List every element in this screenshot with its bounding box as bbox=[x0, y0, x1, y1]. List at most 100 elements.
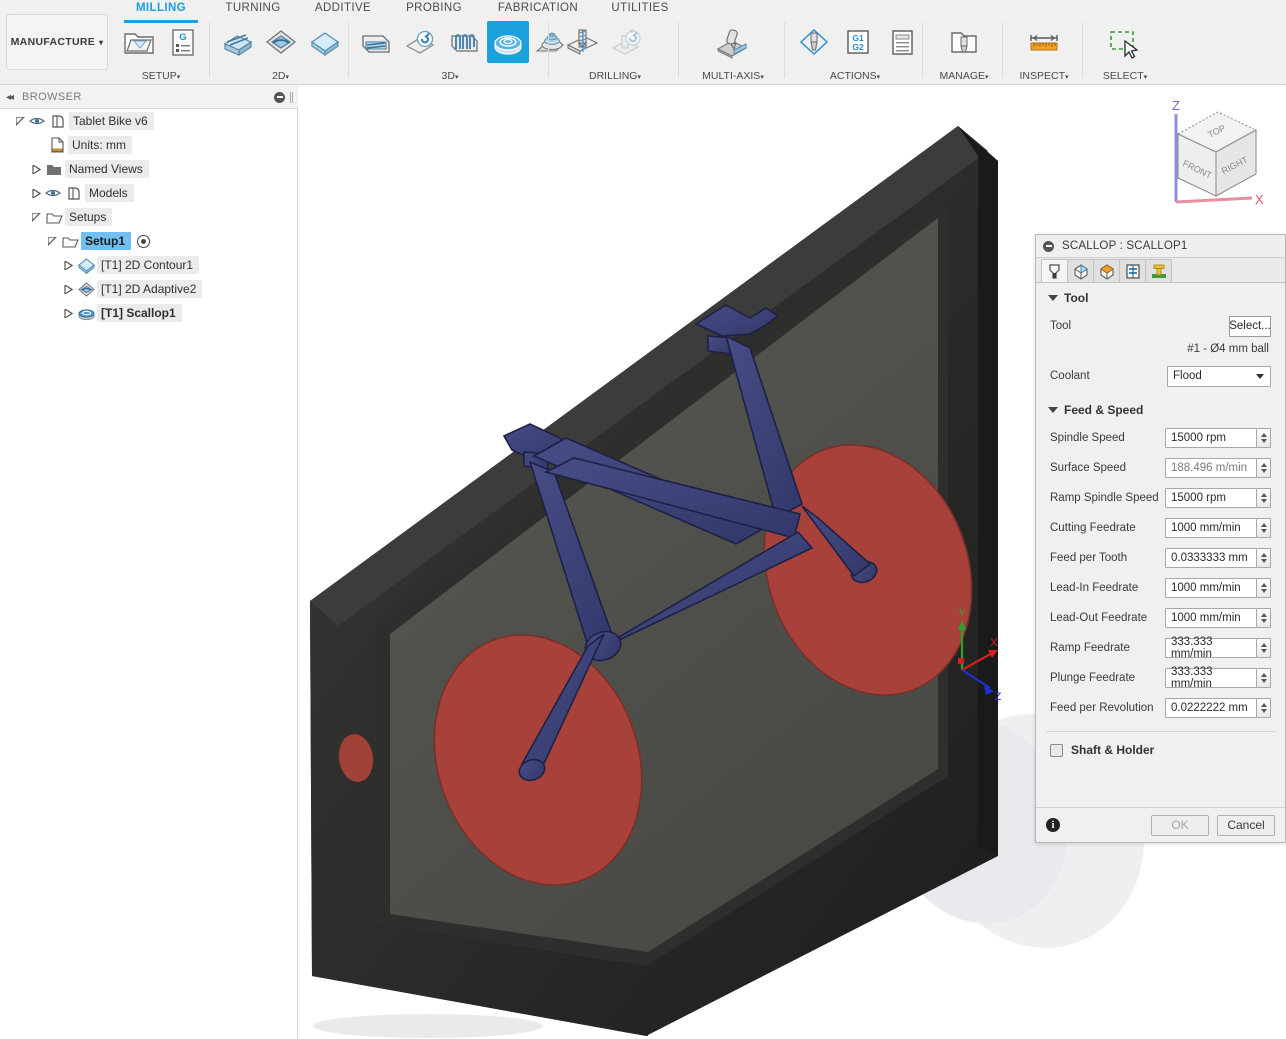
tab-linking[interactable] bbox=[1145, 259, 1172, 282]
info-icon[interactable]: i bbox=[1046, 818, 1060, 832]
ramp-spindle-speed-stepper[interactable] bbox=[1257, 488, 1271, 508]
feed-per-revolution-stepper[interactable] bbox=[1257, 698, 1271, 718]
setup-folder-icon bbox=[43, 211, 65, 224]
scallop3d-icon[interactable] bbox=[487, 21, 529, 63]
drill-icon[interactable] bbox=[561, 21, 603, 63]
browser-panel: ◂◂ BROWSER Tablet Bike v6 Units: mm Name… bbox=[0, 86, 298, 1039]
spindle-speed-input[interactable]: 15000 rpm bbox=[1165, 428, 1257, 448]
feed-per-revolution-label: Feed per Revolution bbox=[1050, 702, 1154, 714]
panel-resize-handle[interactable] bbox=[289, 91, 294, 103]
simulate-icon[interactable] bbox=[793, 21, 835, 63]
collapse-panel-icon[interactable]: ◂◂ bbox=[6, 92, 14, 103]
ramp-feedrate-input[interactable]: 333.333 mm/min bbox=[1165, 636, 1257, 660]
expand-arrow-open-icon[interactable] bbox=[14, 109, 27, 133]
collapse-dialog-icon[interactable] bbox=[1043, 240, 1054, 252]
tool-select-button[interactable]: Select... bbox=[1229, 315, 1271, 337]
tree-item-setups[interactable]: Setups bbox=[0, 205, 298, 229]
tab-geometry[interactable] bbox=[1067, 259, 1094, 282]
expand-arrow-open-icon[interactable] bbox=[30, 205, 43, 229]
ribbon-group-label-multiaxis[interactable]: MULTI-AXIS▾ bbox=[681, 70, 785, 82]
multiaxis-icon[interactable] bbox=[711, 21, 753, 63]
feed-per-revolution-input[interactable]: 0.0222222 mm bbox=[1165, 698, 1257, 718]
active-setup-radio[interactable] bbox=[137, 234, 151, 248]
feed-per-tooth-stepper[interactable] bbox=[1257, 548, 1271, 568]
tree-item-units[interactable]: Units: mm bbox=[0, 133, 298, 157]
plunge-feedrate-input[interactable]: 333.333 mm/min bbox=[1165, 666, 1257, 690]
face-icon[interactable] bbox=[216, 21, 258, 63]
ribbon-group-label-manage[interactable]: MANAGE▾ bbox=[925, 70, 1003, 82]
tree-item-2d-adaptive2[interactable]: [T1] 2D Adaptive2 bbox=[0, 277, 298, 301]
setup-sheet-icon[interactable] bbox=[881, 21, 923, 63]
setup-icon[interactable] bbox=[118, 21, 160, 63]
ramp-feedrate-label: Ramp Feedrate bbox=[1050, 642, 1130, 654]
ribbon-group-label-select[interactable]: SELECT▾ bbox=[1085, 70, 1165, 82]
ramp-feedrate-stepper[interactable] bbox=[1257, 638, 1271, 658]
surface-speed-input[interactable]: 188.496 m/min bbox=[1165, 458, 1257, 478]
expand-arrow-closed-icon[interactable] bbox=[30, 181, 43, 205]
cutting-feedrate-label: Cutting Feedrate bbox=[1050, 522, 1136, 534]
tab-passes[interactable] bbox=[1119, 259, 1146, 282]
expand-arrow-closed-icon[interactable] bbox=[62, 253, 75, 277]
cutting-feedrate-input[interactable]: 1000 mm/min bbox=[1165, 518, 1257, 538]
select-window-icon[interactable] bbox=[1103, 21, 1145, 63]
visibility-eye-icon[interactable] bbox=[43, 188, 63, 198]
tree-item-scallop1[interactable]: [T1] Scallop1 bbox=[0, 301, 298, 325]
dialog-titlebar[interactable]: SCALLOP : SCALLOP1 bbox=[1036, 235, 1285, 258]
plunge-feedrate-stepper[interactable] bbox=[1257, 668, 1271, 688]
tab-heights[interactable] bbox=[1093, 259, 1120, 282]
tab-tool[interactable] bbox=[1041, 259, 1068, 282]
ribbon-group-label-drilling[interactable]: DRILLING▾ bbox=[551, 70, 679, 82]
surface-speed-stepper[interactable] bbox=[1257, 458, 1271, 478]
row-ramp-feedrate: Ramp Feedrate 333.333 mm/min bbox=[1036, 633, 1285, 663]
expand-arrow-closed-icon[interactable] bbox=[62, 301, 75, 325]
cancel-button[interactable]: Cancel bbox=[1217, 814, 1275, 836]
view-cube[interactable]: Z X TOP FRONT RIGHT bbox=[1156, 94, 1266, 212]
tree-item-2d-contour1[interactable]: [T1] 2D Contour1 bbox=[0, 253, 298, 277]
plunge-feedrate-label: Plunge Feedrate bbox=[1050, 672, 1136, 684]
lead-out-feedrate-input[interactable]: 1000 mm/min bbox=[1165, 608, 1257, 628]
tree-item-models[interactable]: Models bbox=[0, 181, 298, 205]
bore-probe-icon[interactable] bbox=[605, 21, 647, 63]
parallel3d-icon[interactable] bbox=[443, 21, 485, 63]
expand-arrow-open-icon[interactable] bbox=[46, 229, 59, 253]
row-shaft-holder[interactable]: Shaft & Holder bbox=[1036, 732, 1285, 757]
post-process-icon[interactable]: G1 G2 bbox=[837, 21, 879, 63]
ribbon-group-label-actions[interactable]: ACTIONS▾ bbox=[787, 70, 923, 82]
lead-out-feedrate-stepper[interactable] bbox=[1257, 608, 1271, 628]
spindle-speed-stepper[interactable] bbox=[1257, 428, 1271, 448]
measure-icon[interactable] bbox=[1023, 21, 1065, 63]
ncprogram-icon[interactable]: G bbox=[162, 21, 204, 63]
tool-library-icon[interactable] bbox=[943, 21, 985, 63]
expand-arrow-closed-icon[interactable] bbox=[62, 277, 75, 301]
ribbon-group-label-3d[interactable]: 3D▾ bbox=[351, 70, 549, 82]
ramp-spindle-speed-input[interactable]: 15000 rpm bbox=[1165, 488, 1257, 508]
tree-item-setup1[interactable]: Setup1 bbox=[0, 229, 298, 253]
section-tool[interactable]: Tool bbox=[1036, 283, 1285, 311]
tree-item-tablet-bike[interactable]: Tablet Bike v6 bbox=[0, 109, 298, 133]
tree-label: Named Views bbox=[65, 160, 149, 178]
lead-in-feedrate-input[interactable]: 1000 mm/min bbox=[1165, 578, 1257, 598]
feed-per-tooth-input[interactable]: 0.0333333 mm bbox=[1165, 548, 1257, 568]
ramp-spindle-speed-label: Ramp Spindle Speed bbox=[1050, 492, 1159, 504]
adaptive2d-icon[interactable] bbox=[260, 21, 302, 63]
workspace-switcher-button[interactable]: MANUFACTURE ▾ bbox=[6, 14, 108, 70]
ribbon-group-label-setup[interactable]: SETUP▾ bbox=[112, 70, 210, 82]
ribbon-group-select: SELECT▾ bbox=[1085, 18, 1165, 84]
pocket3d-icon[interactable] bbox=[355, 21, 397, 63]
ribbon-group-label-2d[interactable]: 2D▾ bbox=[212, 70, 349, 82]
chevron-down-icon bbox=[1256, 373, 1264, 379]
shaft-holder-checkbox[interactable] bbox=[1050, 743, 1063, 757]
minimize-icon[interactable] bbox=[274, 91, 285, 103]
row-feed-per-tooth: Feed per Tooth 0.0333333 mm bbox=[1036, 543, 1285, 573]
ok-button[interactable]: OK bbox=[1151, 814, 1209, 836]
expand-arrow-closed-icon[interactable] bbox=[30, 157, 43, 181]
probe-icon[interactable] bbox=[399, 21, 441, 63]
ribbon-group-label-inspect[interactable]: INSPECT▾ bbox=[1005, 70, 1083, 82]
cutting-feedrate-stepper[interactable] bbox=[1257, 518, 1271, 538]
tree-item-named-views[interactable]: Named Views bbox=[0, 157, 298, 181]
section-feed-speed[interactable]: Feed & Speed bbox=[1036, 391, 1285, 423]
lead-in-feedrate-stepper[interactable] bbox=[1257, 578, 1271, 598]
contour2d-icon[interactable] bbox=[304, 21, 346, 63]
visibility-eye-icon[interactable] bbox=[27, 116, 47, 126]
coolant-dropdown[interactable]: Flood bbox=[1167, 365, 1271, 387]
